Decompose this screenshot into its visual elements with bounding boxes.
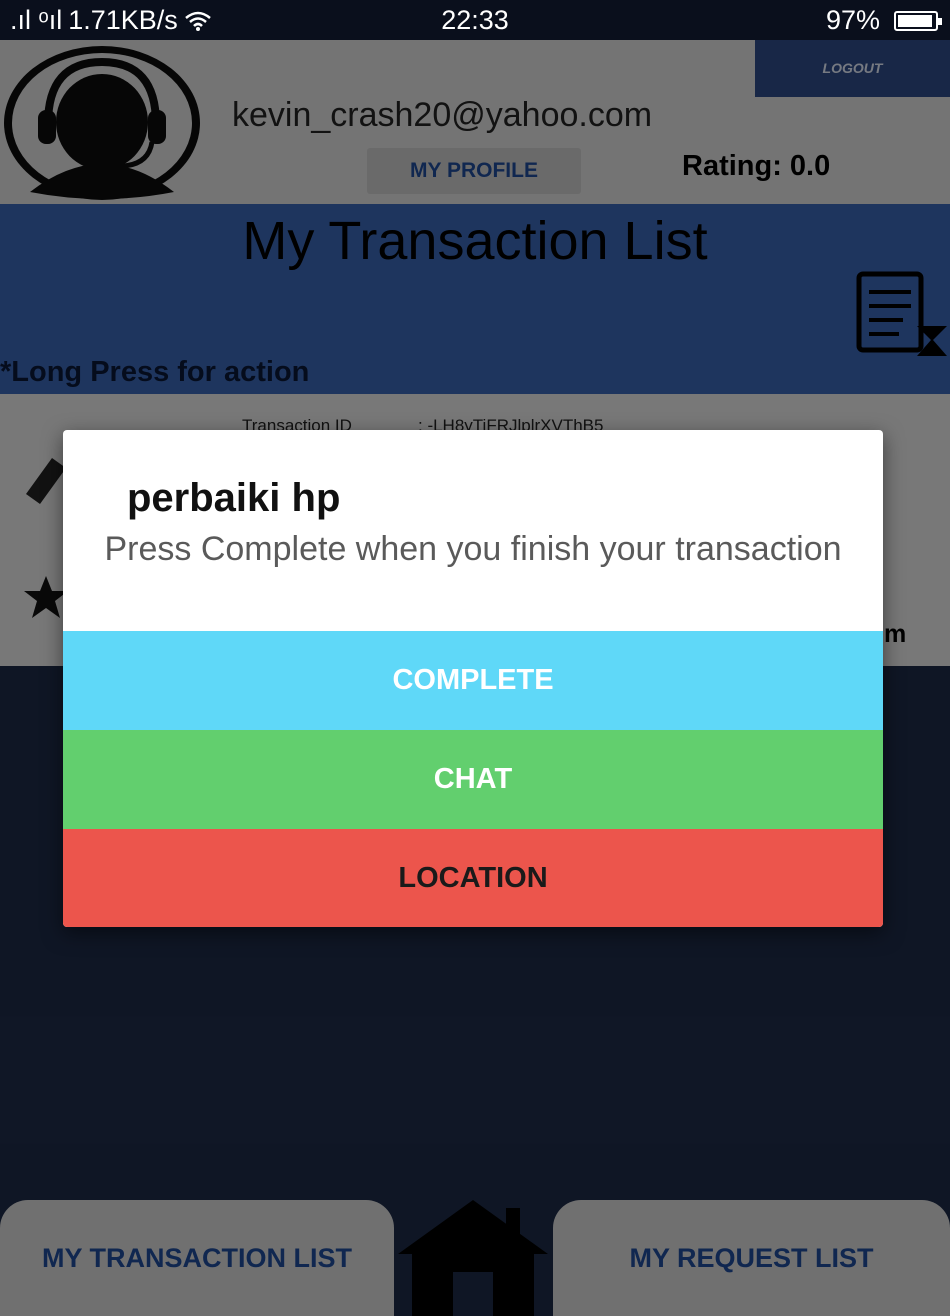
status-right: 97% bbox=[825, 5, 942, 36]
battery-percent: 97% bbox=[825, 5, 880, 35]
dialog-title: perbaiki hp bbox=[127, 476, 341, 520]
clock: 22:33 bbox=[441, 5, 509, 35]
status-bar: .ıl ᵒıl 1.71KB/s 22:33 97% bbox=[0, 0, 950, 40]
location-button[interactable]: LOCATION bbox=[63, 829, 883, 927]
chat-button[interactable]: CHAT bbox=[63, 730, 883, 829]
transaction-action-dialog: perbaiki hp Press Complete when you fini… bbox=[63, 430, 883, 927]
complete-button[interactable]: COMPLETE bbox=[63, 631, 883, 730]
battery-icon bbox=[894, 10, 942, 31]
dialog-message: Press Complete when you finish your tran… bbox=[104, 530, 842, 568]
